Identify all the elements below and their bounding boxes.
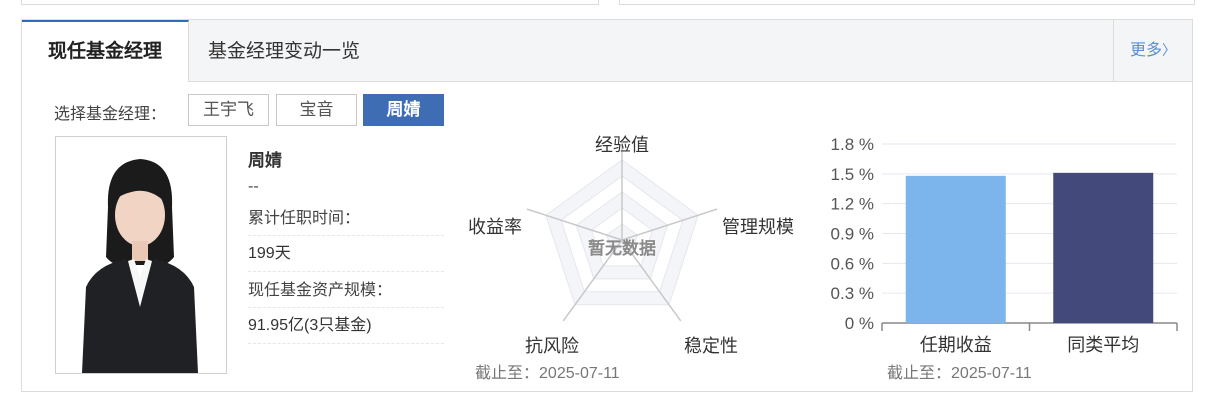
y-tick-label: 0.6 % — [831, 254, 874, 273]
radar-axis-label-return: 收益率 — [468, 217, 522, 237]
y-tick-label: 0.9 % — [831, 225, 874, 244]
bar-cutoff-date: 2025-07-11 — [951, 365, 1032, 382]
manager-info: 周婧 -- 累计任职时间： 199天 现任基金资产规模： 91.95亿(3只基金… — [248, 146, 444, 344]
manager-subtitle: -- — [248, 176, 259, 195]
radar-axis-label-experience: 经验值 — [595, 135, 649, 155]
bar — [905, 175, 1006, 323]
bar — [1053, 172, 1154, 323]
radar-axis-label-stability: 稳定性 — [684, 336, 738, 356]
bar-cutoff: 截止至：2025-07-11 — [887, 359, 1032, 383]
y-tick-label: 1.2 % — [831, 195, 874, 214]
manager-button-wang[interactable]: 王宇飞 — [188, 94, 269, 126]
y-tick-label: 1.8 % — [831, 135, 874, 154]
bar-cutoff-label: 截止至： — [887, 363, 952, 382]
radar-axis-label-scale: 管理规模 — [722, 217, 794, 237]
select-manager-label: 选择基金经理： — [54, 104, 167, 123]
radar-cutoff: 截止至：2025-07-11 — [475, 359, 620, 383]
y-tick-label: 0.3 % — [831, 284, 874, 303]
radar-grid — [526, 140, 718, 322]
aum-value: 91.95亿(3只基金) — [248, 308, 444, 344]
manager-button-zhou[interactable]: 周婧 — [363, 94, 444, 126]
tenure-label: 累计任职时间： — [248, 200, 444, 236]
fund-manager-panel: 现任基金经理 基金经理变动一览 更多〉 选择基金经理： 王宇飞 宝音 周婧 周婧… — [21, 19, 1193, 392]
radar-empty-text: 暂无数据 — [588, 238, 656, 258]
manager-button-bao[interactable]: 宝音 — [276, 94, 357, 126]
x-tick-label: 同类平均 — [1067, 335, 1139, 355]
radar-axis-label-risk: 抗风险 — [525, 336, 579, 356]
tab-current-manager[interactable]: 现任基金经理 — [22, 20, 189, 82]
x-tick-label: 任期收益 — [920, 335, 992, 355]
return-bar-chart: 0 % 0.3 % 0.6 % 0.9 % 1.2 % 1.5 % 1.8 % 任期收益 同类平… — [831, 135, 1178, 355]
top-right-box — [619, 0, 1195, 5]
radar-cutoff-label: 截止至： — [475, 363, 540, 382]
tab-manager-changes[interactable]: 基金经理变动一览 — [208, 20, 360, 82]
top-left-box — [21, 0, 599, 5]
radar-cutoff-date: 2025-07-11 — [539, 365, 620, 382]
ability-radar-chart: 经验值 管理规模 稳定性 抗风险 收益率 暂无数据 — [468, 135, 794, 356]
manager-photo — [55, 136, 227, 374]
tenure-value: 199天 — [248, 236, 444, 272]
chevron-right-icon: 〉 — [1162, 43, 1176, 59]
more-link[interactable]: 更多〉 — [1113, 20, 1192, 81]
y-tick-label: 0 % — [845, 314, 874, 333]
aum-label: 现任基金资产规模： — [248, 272, 444, 308]
y-tick-label: 1.5 % — [831, 165, 874, 184]
manager-name: 周婧 — [248, 151, 282, 171]
more-label[interactable]: 更多 — [1130, 40, 1162, 59]
portrait-image — [56, 137, 226, 373]
tab-bar: 现任基金经理 基金经理变动一览 更多〉 — [22, 20, 1192, 82]
